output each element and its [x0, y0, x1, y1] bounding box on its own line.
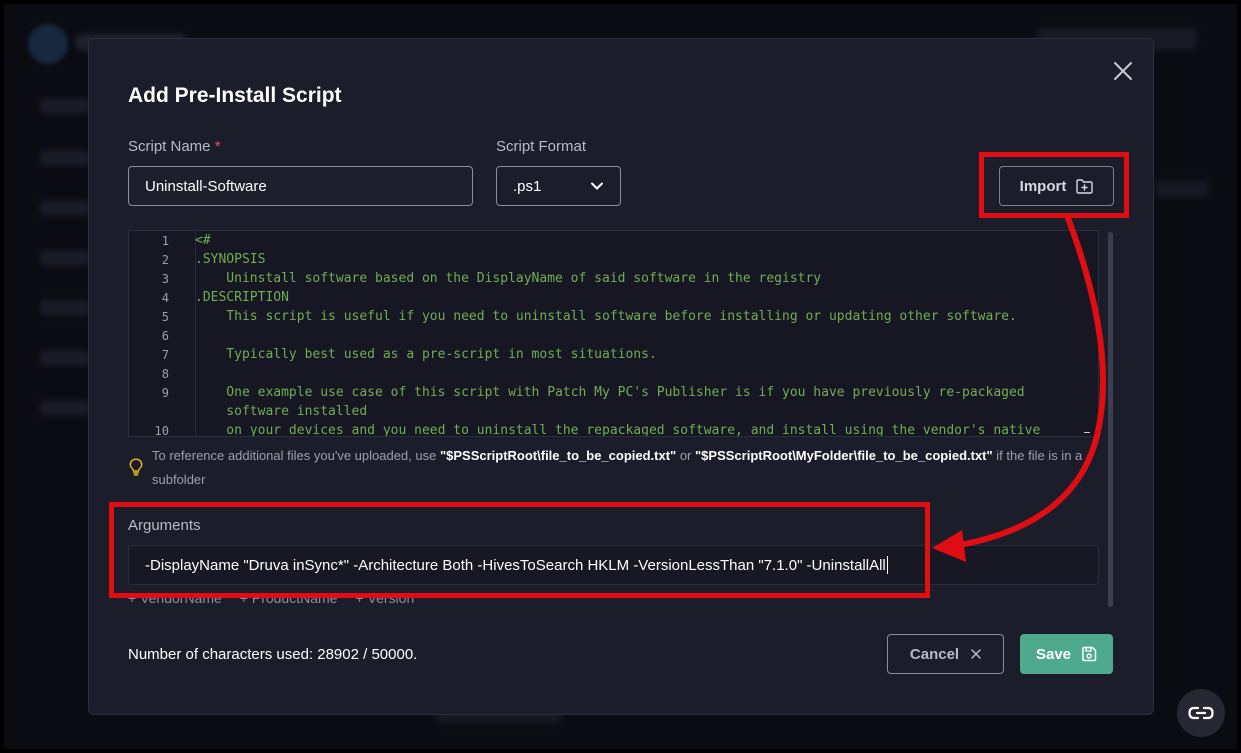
script-root-hint: To reference additional files you've upl…: [128, 444, 1088, 492]
save-label: Save: [1035, 645, 1072, 663]
link-icon: [1188, 706, 1214, 720]
hint-path-root: "$PSScriptRoot\file_to_be_copied.txt": [439, 448, 677, 463]
line-number: 4: [161, 291, 169, 305]
script-format-select[interactable]: .ps1: [496, 166, 621, 206]
character-count: Number of characters used: 28902 / 50000…: [128, 646, 418, 663]
code-line: One example use case of this script with…: [195, 385, 1025, 400]
close-button[interactable]: [1111, 59, 1135, 83]
line-number-gutter: 1 2 3 4 5 6 7 8 9 10: [129, 231, 195, 436]
editor-scroll-marker: [1084, 432, 1090, 433]
script-code-editor[interactable]: 1 2 3 4 5 6 7 8 9 10 <# .SYNOPSIS Uninst…: [128, 230, 1099, 437]
script-name-input[interactable]: [128, 166, 473, 206]
required-marker: *: [214, 138, 221, 155]
line-number: 3: [161, 272, 169, 286]
save-icon: [1082, 646, 1097, 662]
hint-text: To reference additional files you've upl…: [152, 448, 440, 463]
line-number: 6: [161, 329, 169, 343]
chevron-down-icon: [591, 182, 603, 190]
help-chat-button[interactable]: [1177, 689, 1225, 737]
save-button[interactable]: Save: [1020, 634, 1113, 674]
code-line: <#: [195, 233, 211, 248]
code-line: This script is useful if you need to uni…: [195, 309, 1017, 324]
cancel-label: Cancel: [909, 645, 960, 663]
script-name-label: Script Name *: [128, 138, 221, 155]
code-line: .SYNOPSIS: [195, 252, 266, 267]
line-number: 2: [161, 253, 169, 267]
cancel-button[interactable]: Cancel: [887, 634, 1004, 674]
import-highlight-box: [979, 152, 1129, 218]
line-number: 5: [161, 310, 169, 324]
line-number: 9: [161, 386, 169, 400]
line-number: 10: [154, 424, 169, 437]
line-number: 7: [161, 348, 169, 362]
close-icon: [1114, 62, 1132, 80]
code-line: on your devices and you need to uninstal…: [195, 423, 1041, 437]
script-format-value: .ps1: [513, 177, 542, 195]
code-line: software installed: [195, 404, 368, 419]
dialog-title: Add Pre-Install Script: [128, 84, 342, 107]
editor-scrollbar[interactable]: [1084, 233, 1092, 429]
script-format-label: Script Format: [496, 138, 587, 155]
script-name-label-text: Script Name: [128, 138, 211, 155]
add-pre-install-script-dialog: Add Pre-Install Script Script Name * Scr…: [88, 38, 1154, 715]
code-line: Typically best used as a pre-script in m…: [195, 347, 657, 362]
hint-text: or: [676, 448, 696, 463]
hint-path-subfolder: "$PSScriptRoot\MyFolder\file_to_be_copie…: [695, 448, 993, 463]
code-line: .DESCRIPTION: [195, 290, 289, 305]
code-line: Uninstall software based on the DisplayN…: [195, 271, 822, 286]
dialog-scrollbar[interactable]: [1108, 232, 1113, 607]
line-number: 1: [161, 234, 169, 248]
x-icon: [971, 649, 981, 659]
line-number: 8: [161, 367, 169, 381]
arguments-highlight-box: [109, 502, 930, 598]
